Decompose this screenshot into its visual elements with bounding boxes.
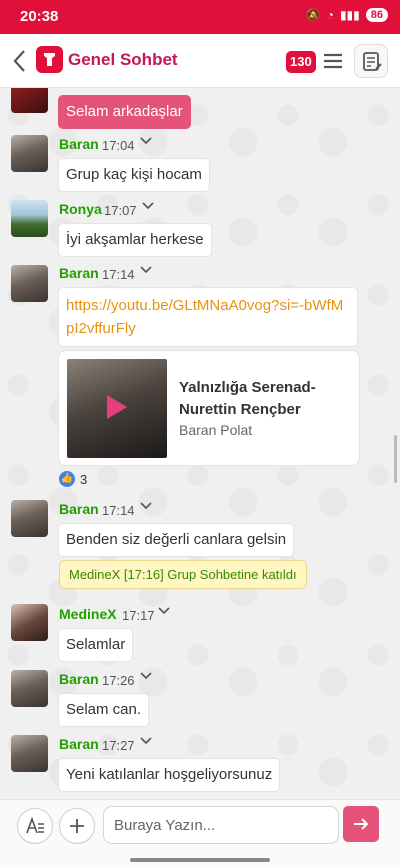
home-indicator (130, 858, 270, 862)
arrow-right-icon[interactable] (343, 806, 379, 842)
chevron-down-icon[interactable] (139, 735, 153, 750)
text-format-icon[interactable] (17, 808, 53, 844)
notes-edit-icon[interactable] (354, 44, 388, 78)
signal-icon: ▮▮▮ (339, 8, 360, 22)
battery-level: 86 (365, 8, 388, 22)
message-bubble[interactable]: İyi akşamlar herkese (58, 223, 212, 257)
avatar[interactable] (11, 200, 48, 237)
preview-author: Baran Polat (179, 422, 253, 438)
avatar[interactable] (11, 265, 48, 302)
scrollbar[interactable] (394, 435, 397, 483)
sender-name[interactable]: Baran (59, 265, 99, 281)
chevron-down-icon[interactable] (139, 264, 153, 279)
message-time: 17:27 (102, 738, 135, 753)
plus-icon[interactable] (59, 808, 95, 844)
chevron-down-icon[interactable] (139, 670, 153, 685)
message-bubble[interactable]: Grup kaç kişi hocam (58, 158, 210, 192)
chevron-down-icon[interactable] (157, 605, 171, 620)
sender-name[interactable]: MedineX (59, 606, 117, 622)
video-thumbnail[interactable] (67, 359, 167, 458)
play-icon[interactable] (107, 395, 127, 419)
sender-name[interactable]: Baran (59, 671, 99, 687)
system-message: MedineX [17:16] Grup Sohbetine katıldı (59, 560, 307, 589)
avatar[interactable] (11, 500, 48, 537)
message-bubble[interactable]: Selam can. (58, 693, 150, 727)
link-preview-card[interactable]: Yalnızlığa Serenad-Nurettin Rençber Bara… (58, 350, 360, 466)
message-time: 17:07 (104, 203, 137, 218)
message-time: 17:14 (102, 503, 135, 518)
status-bar: 20:38 🔕 ◔ ▮▮▮ 86 (0, 0, 400, 34)
page-title[interactable]: Genel Sohbet (68, 50, 178, 70)
thumbs-up-icon[interactable]: 👍 (59, 471, 75, 487)
group-logo (36, 46, 63, 73)
status-icons: 🔕 ◔ ▮▮▮ 86 (306, 8, 388, 22)
avatar[interactable] (11, 135, 48, 172)
preview-title: Yalnızlığa Serenad-Nurettin Rençber (179, 379, 316, 418)
chat-header: Genel Sohbet 130 (0, 34, 400, 88)
sender-name[interactable]: Baran (59, 501, 99, 517)
chevron-down-icon[interactable] (139, 500, 153, 515)
message-bubble[interactable]: Selam arkadaşlar (58, 95, 191, 129)
member-count-badge[interactable]: 130 (286, 51, 316, 73)
status-time: 20:38 (20, 8, 59, 25)
message-time: 17:14 (102, 267, 135, 282)
hamburger-menu-icon[interactable] (318, 46, 348, 76)
avatar[interactable] (11, 735, 48, 772)
chat-messages[interactable]: Selam arkadaşlar Baran 17:04 Grup kaç ki… (0, 88, 400, 799)
avatar[interactable] (11, 88, 48, 113)
sender-name[interactable]: Ronya (59, 201, 102, 217)
avatar[interactable] (11, 604, 48, 641)
chevron-left-icon[interactable] (10, 48, 30, 74)
sender-name[interactable]: Baran (59, 136, 99, 152)
message-time: 17:26 (102, 673, 135, 688)
sender-name[interactable]: Baran (59, 736, 99, 752)
chevron-down-icon[interactable] (141, 200, 155, 215)
reaction-count: 3 (80, 472, 88, 487)
mute-icon: 🔕 (305, 8, 321, 22)
message-bubble[interactable]: Selamlar (58, 628, 134, 662)
chevron-down-icon[interactable] (139, 135, 153, 150)
message-composer (0, 799, 400, 867)
message-input[interactable] (103, 806, 339, 844)
message-link[interactable]: https://youtu.be/GLtMNaA0vog?si=-bWfMpI2… (58, 287, 358, 347)
message-time: 17:04 (102, 138, 135, 153)
message-time: 17:17 (122, 608, 155, 623)
avatar[interactable] (11, 670, 48, 707)
wifi-icon: ◔ (326, 8, 334, 22)
message-bubble[interactable]: Benden siz değerli canlara gelsin (58, 523, 295, 557)
message-bubble[interactable]: Yeni katılanlar hoşgeliyorsunuz (58, 758, 281, 792)
